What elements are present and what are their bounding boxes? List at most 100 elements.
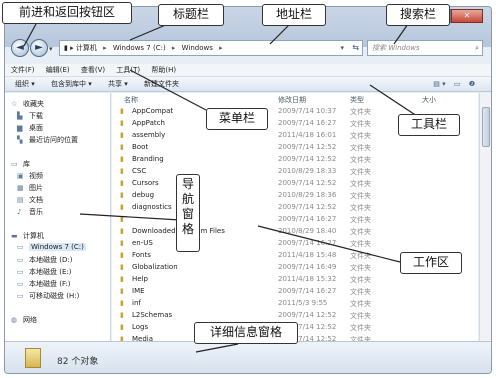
new-folder-button[interactable]: 新建文件夹 (144, 80, 179, 88)
nav-network[interactable]: ◍ 网络 (11, 315, 37, 325)
file-name: debug (132, 191, 155, 199)
file-name: CSC (132, 167, 147, 175)
nav-documents[interactable]: ▤ 文档 (17, 195, 43, 205)
folder-icon: ▮ (120, 287, 124, 295)
scrollbar[interactable] (479, 93, 491, 341)
column-name[interactable]: 名称 (124, 95, 138, 105)
file-date: 2009/7/14 12:52 (278, 179, 337, 187)
removable-drive-icon: ▭ (17, 292, 24, 300)
file-row[interactable]: ▮Downloaded Program Files2010/8/29 18:40… (112, 227, 478, 237)
file-row[interactable]: ▮ Help 2011/4/18 15:32 文件夹 (112, 275, 478, 285)
folder-icon: ▮ (120, 167, 124, 175)
nav-libraries[interactable]: ▭ 库 (11, 159, 30, 169)
file-name: Globalization (132, 263, 178, 271)
menu-help[interactable]: 帮助(H) (151, 66, 176, 74)
include-in-library-button[interactable]: 包含到库中 ▾ (51, 80, 92, 88)
star-icon: ☆ (11, 100, 18, 108)
file-row[interactable]: ▮ 2009/7/14 16:27 文件夹 (112, 215, 478, 225)
column-size[interactable]: 大小 (422, 95, 436, 105)
nav-drive-d[interactable]: ▭ 本地磁盘 (D:) (17, 255, 72, 265)
file-date: 2009/7/14 10:37 (278, 107, 337, 115)
details-pane: 82 个对象 (5, 341, 491, 373)
recent-pages-dropdown-icon[interactable]: ▾ (49, 45, 53, 53)
nav-drive-f[interactable]: ▭ 本地磁盘 (F:) (17, 279, 71, 289)
nav-favorites[interactable]: ☆ 收藏夹 (11, 99, 44, 109)
nav-recent[interactable]: ▚ 最近访问的位置 (17, 135, 78, 145)
folder-icon: ▮ (120, 263, 124, 271)
search-input[interactable]: 搜索 Windows ⌕ (367, 40, 483, 56)
nav-drive-e[interactable]: ▭ 本地磁盘 (E:) (17, 267, 71, 277)
file-name: inf (132, 299, 141, 307)
folder-icon: ▮ (120, 107, 124, 115)
file-row[interactable]: ▮ debug 2010/8/29 18:36 文件夹 (112, 191, 478, 201)
column-date[interactable]: 修改日期 (278, 95, 306, 105)
file-date: 2011/4/18 15:48 (278, 251, 337, 259)
organize-button[interactable]: 组织 ▾ (15, 80, 35, 88)
folder-icon: ▮ (120, 251, 124, 259)
nav-drive-c[interactable]: ▭ Windows 7 (C:) (17, 243, 86, 251)
video-icon: ▣ (17, 172, 24, 180)
file-row[interactable]: ▮ Branding 2009/7/14 12:52 文件夹 (112, 155, 478, 165)
search-icon[interactable]: ⌕ (475, 41, 479, 55)
nav-videos[interactable]: ▣ 视频 (17, 171, 43, 181)
menu-tools[interactable]: 工具(T) (116, 66, 140, 74)
folder-icon: ▮ (120, 275, 124, 283)
address-dropdown-icon[interactable]: ▾ (340, 41, 344, 55)
nav-pictures[interactable]: ▦ 图片 (17, 183, 43, 193)
menu-view[interactable]: 查看(V) (81, 66, 105, 74)
file-name: IME (132, 287, 145, 295)
close-button[interactable]: ✕ (451, 9, 483, 23)
forward-button[interactable]: ► (30, 39, 48, 57)
preview-pane-icon[interactable]: ▭ (454, 80, 461, 88)
breadcrumb-drive-c[interactable]: Windows 7 (C:) (113, 44, 166, 52)
view-options-icon[interactable]: ▤ ▾ (433, 80, 445, 88)
file-date: 2011/4/18 16:01 (278, 131, 337, 139)
picture-icon: ▦ (17, 184, 24, 192)
file-row[interactable]: ▮ IME 2009/7/14 16:27 文件夹 (112, 287, 478, 297)
column-type[interactable]: 类型 (350, 95, 364, 105)
folder-icon: ▮ (120, 131, 124, 139)
breadcrumb-computer[interactable]: 计算机 (76, 44, 97, 52)
file-date: 2009/7/14 12:52 (278, 143, 337, 151)
file-type: 文件夹 (350, 312, 371, 320)
nav-drive-h[interactable]: ▭ 可移动磁盘 (H:) (17, 291, 79, 301)
menu-edit[interactable]: 编辑(E) (46, 66, 70, 74)
share-button[interactable]: 共享 ▾ (108, 80, 128, 88)
network-icon: ◍ (11, 316, 18, 324)
file-row[interactable]: ▮ Cursors 2009/7/14 12:52 文件夹 (112, 179, 478, 189)
nav-computer[interactable]: ▬ 计算机 (11, 231, 44, 241)
scroll-thumb[interactable] (482, 107, 490, 147)
file-type: 文件夹 (350, 264, 371, 272)
menu-file[interactable]: 文件(F) (11, 66, 35, 74)
file-date: 2009/7/14 12:52 (278, 155, 337, 163)
address-bar[interactable]: ▮ ▸ 计算机 ▸ Windows 7 (C:) ▸ Windows ▸ ▾ ⇆ (59, 40, 363, 56)
file-date: 2009/7/14 16:27 (278, 287, 337, 295)
help-icon[interactable]: ❷ (469, 80, 475, 88)
file-row[interactable]: ▮ CSC 2010/8/29 18:33 文件夹 (112, 167, 478, 177)
drive-icon: ▭ (17, 268, 24, 276)
file-type: 文件夹 (350, 216, 371, 224)
file-name: AppCompat (132, 107, 174, 115)
search-placeholder: 搜索 Windows (372, 44, 420, 52)
file-row[interactable]: ▮ inf 2011/5/3 9:55 文件夹 (112, 299, 478, 309)
file-type: 文件夹 (350, 288, 371, 296)
nav-desktop[interactable]: ▆ 桌面 (17, 123, 43, 133)
callout-navpane: 导航窗格 (176, 174, 200, 252)
file-row[interactable]: ▮ en-US 2009/7/14 16:27 文件夹 (112, 239, 478, 249)
recent-places-icon: ▚ (17, 136, 23, 144)
file-row[interactable]: ▮ L2Schemas 2009/7/14 12:52 文件夹 (112, 311, 478, 321)
nav-downloads[interactable]: ▙ 下载 (17, 111, 43, 121)
callout-workarea: 工作区 (400, 252, 462, 274)
file-type: 文件夹 (350, 132, 371, 140)
drive-icon: ▭ (17, 256, 24, 264)
folder-icon: ▮ (120, 179, 124, 187)
back-button[interactable]: ◄ (11, 39, 29, 57)
breadcrumb-windows[interactable]: Windows (182, 44, 213, 52)
file-name: L2Schemas (132, 311, 173, 319)
callout-searchbar: 搜索栏 (386, 4, 450, 26)
refresh-icon[interactable]: ⇆ (352, 41, 359, 55)
file-row[interactable]: ▮ Boot 2009/7/14 12:52 文件夹 (112, 143, 478, 153)
nav-music[interactable]: ♪ 音乐 (17, 207, 43, 217)
file-date: 2011/4/18 15:32 (278, 275, 337, 283)
file-row[interactable]: ▮ diagnostics 2009/7/14 12:52 文件夹 (112, 203, 478, 213)
